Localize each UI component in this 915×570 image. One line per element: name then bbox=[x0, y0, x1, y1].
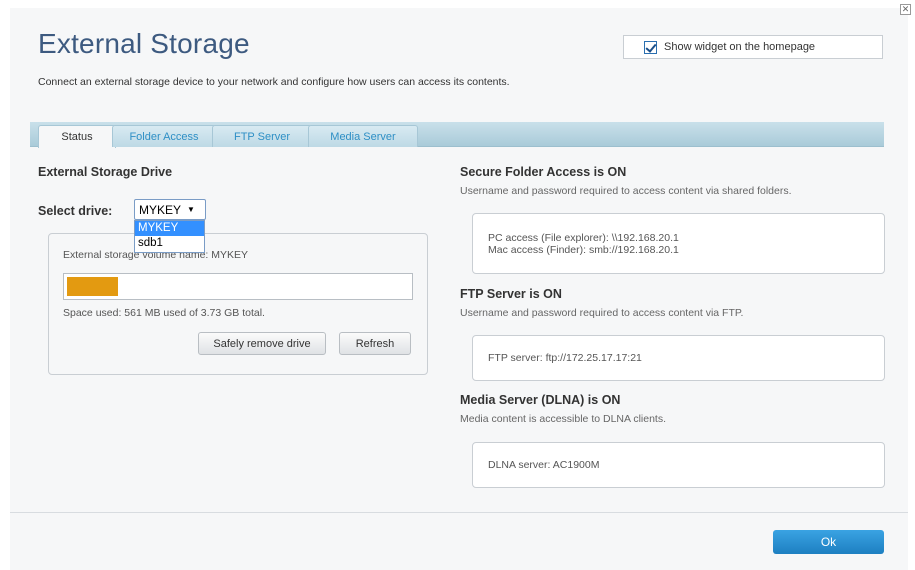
select-drive-label: Select drive: bbox=[38, 204, 113, 218]
show-widget-option[interactable]: Show widget on the homepage bbox=[623, 35, 883, 59]
ftp-server-text: FTP server: ftp://172.25.17.17:21 bbox=[488, 352, 642, 364]
tab-status[interactable]: Status bbox=[38, 125, 116, 148]
drive-heading: External Storage Drive bbox=[38, 165, 173, 179]
ftp-heading: FTP Server is ON bbox=[460, 287, 562, 301]
media-box: DLNA server: AC1900M bbox=[472, 442, 885, 488]
drive-option-sdb1[interactable]: sdb1 bbox=[135, 236, 204, 251]
chevron-down-icon: ▼ bbox=[187, 205, 195, 214]
media-desc: Media content is accessible to DLNA clie… bbox=[460, 413, 667, 425]
tab-media-server[interactable]: Media Server bbox=[308, 125, 418, 147]
drive-select-value: MYKEY bbox=[139, 202, 182, 217]
storage-usage-bar bbox=[63, 273, 413, 300]
pc-access-text: PC access (File explorer): \\192.168.20.… bbox=[488, 231, 679, 244]
close-icon[interactable]: ✕ bbox=[900, 4, 911, 15]
secure-folder-box: PC access (File explorer): \\192.168.20.… bbox=[472, 213, 885, 274]
tab-bar: Status Folder Access FTP Server Media Se… bbox=[30, 122, 884, 148]
drive-dropdown: MYKEY sdb1 bbox=[134, 220, 205, 253]
page-title: External Storage bbox=[38, 28, 250, 59]
secure-folder-heading: Secure Folder Access is ON bbox=[460, 165, 627, 179]
refresh-button[interactable]: Refresh bbox=[339, 332, 411, 355]
secure-folder-desc: Username and password required to access… bbox=[460, 185, 792, 197]
tab-folder-access[interactable]: Folder Access bbox=[112, 125, 216, 147]
footer-divider bbox=[10, 512, 908, 513]
drive-select[interactable]: MYKEY ▼ bbox=[134, 199, 206, 220]
show-widget-checkbox[interactable] bbox=[644, 40, 657, 54]
storage-usage-fill bbox=[67, 277, 118, 296]
ftp-box: FTP server: ftp://172.25.17.17:21 bbox=[472, 335, 885, 381]
ok-button[interactable]: Ok bbox=[773, 530, 884, 554]
media-heading: Media Server (DLNA) is ON bbox=[460, 393, 621, 407]
ftp-desc: Username and password required to access… bbox=[460, 307, 744, 319]
space-used-text: Space used: 561 MB used of 3.73 GB total… bbox=[63, 307, 265, 319]
safely-remove-button[interactable]: Safely remove drive bbox=[198, 332, 326, 355]
drive-option-mykey[interactable]: MYKEY bbox=[135, 221, 204, 236]
tab-ftp-server[interactable]: FTP Server bbox=[212, 125, 312, 147]
page-subtitle: Connect an external storage device to yo… bbox=[38, 76, 510, 88]
dlna-server-text: DLNA server: AC1900M bbox=[488, 459, 600, 471]
show-widget-label: Show widget on the homepage bbox=[664, 41, 816, 53]
mac-access-text: Mac access (Finder): smb://192.168.20.1 bbox=[488, 243, 679, 256]
